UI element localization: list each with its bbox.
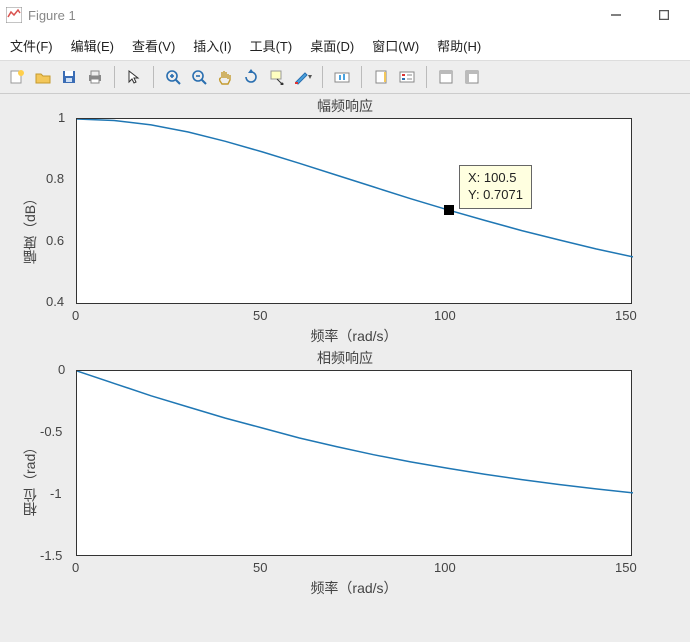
chart2-line [77,371,633,557]
print-button[interactable] [84,66,106,88]
hide-tools-button[interactable] [435,66,457,88]
save-button[interactable] [58,66,80,88]
chart1-ytick: 0.8 [46,171,64,186]
chart1-axes[interactable]: X: 100.5 Y: 0.7071 [76,118,632,304]
chart2-ylabel: 相位（rad） [20,416,40,516]
data-cursor-tooltip[interactable]: X: 100.5 Y: 0.7071 [459,165,532,209]
toolbar-separator [426,66,427,88]
chart2-xtick: 50 [253,560,267,575]
menu-tools[interactable]: 工具(T) [250,36,293,55]
pan-button[interactable] [214,66,236,88]
data-cursor-button[interactable] [266,66,288,88]
chart1-xlabel: 频率（rad/s） [76,326,632,346]
chart1-xtick: 50 [253,308,267,323]
chart1-xtick: 0 [72,308,79,323]
zoom-in-button[interactable] [162,66,184,88]
chart2-xtick: 100 [434,560,456,575]
chart1-title: 幅频响应 [0,96,690,116]
data-cursor-marker[interactable] [444,205,454,215]
chart2-xtick: 150 [615,560,637,575]
show-tools-button[interactable] [461,66,483,88]
menubar: 文件(F) 编辑(E) 查看(V) 插入(I) 工具(T) 桌面(D) 窗口(W… [0,30,690,60]
chart1-line [77,119,633,305]
app-icon [6,7,22,23]
minimize-button[interactable] [602,5,630,25]
titlebar: Figure 1 [0,0,690,30]
datatip-x: X: 100.5 [468,170,523,187]
chart2-title: 相频响应 [0,348,690,368]
toolbar-separator [361,66,362,88]
menu-view[interactable]: 查看(V) [132,36,175,55]
chart2-ytick: 0 [58,362,65,377]
menu-file[interactable]: 文件(F) [10,36,53,55]
menu-insert[interactable]: 插入(I) [193,36,231,55]
menu-edit[interactable]: 编辑(E) [71,36,114,55]
chart2-xlabel: 频率（rad/s） [76,578,632,598]
chart1-xtick: 150 [615,308,637,323]
new-figure-button[interactable] [6,66,28,88]
chart2-xtick: 0 [72,560,79,575]
chart1-ytick: 0.4 [46,294,64,309]
open-button[interactable] [32,66,54,88]
figure-area: 幅频响应 X: 100.5 Y: 0.7071 0.4 0.6 0.8 1 0 … [0,94,690,642]
chart2-ytick: -0.5 [40,424,62,439]
chart2-ytick: -1 [50,486,62,501]
chart1-ylabel: 幅度（dB） [20,164,40,264]
menu-help[interactable]: 帮助(H) [437,36,481,55]
chart1-ytick: 0.6 [46,233,64,248]
window-title: Figure 1 [28,8,602,23]
chart1-xtick: 100 [434,308,456,323]
datatip-y: Y: 0.7071 [468,187,523,204]
menu-window[interactable]: 窗口(W) [372,36,419,55]
toolbar-separator [153,66,154,88]
chart1-ytick: 1 [58,110,65,125]
pointer-button[interactable] [123,66,145,88]
legend-button[interactable] [396,66,418,88]
chart2-ytick: -1.5 [40,548,62,563]
colorbar-button[interactable] [370,66,392,88]
rotate-button[interactable] [240,66,262,88]
toolbar [0,60,690,94]
zoom-out-button[interactable] [188,66,210,88]
link-data-button[interactable] [331,66,353,88]
toolbar-separator [114,66,115,88]
maximize-button[interactable] [650,5,678,25]
menu-desktop[interactable]: 桌面(D) [310,36,354,55]
brush-button[interactable] [292,66,314,88]
chart2-axes[interactable] [76,370,632,556]
toolbar-separator [322,66,323,88]
